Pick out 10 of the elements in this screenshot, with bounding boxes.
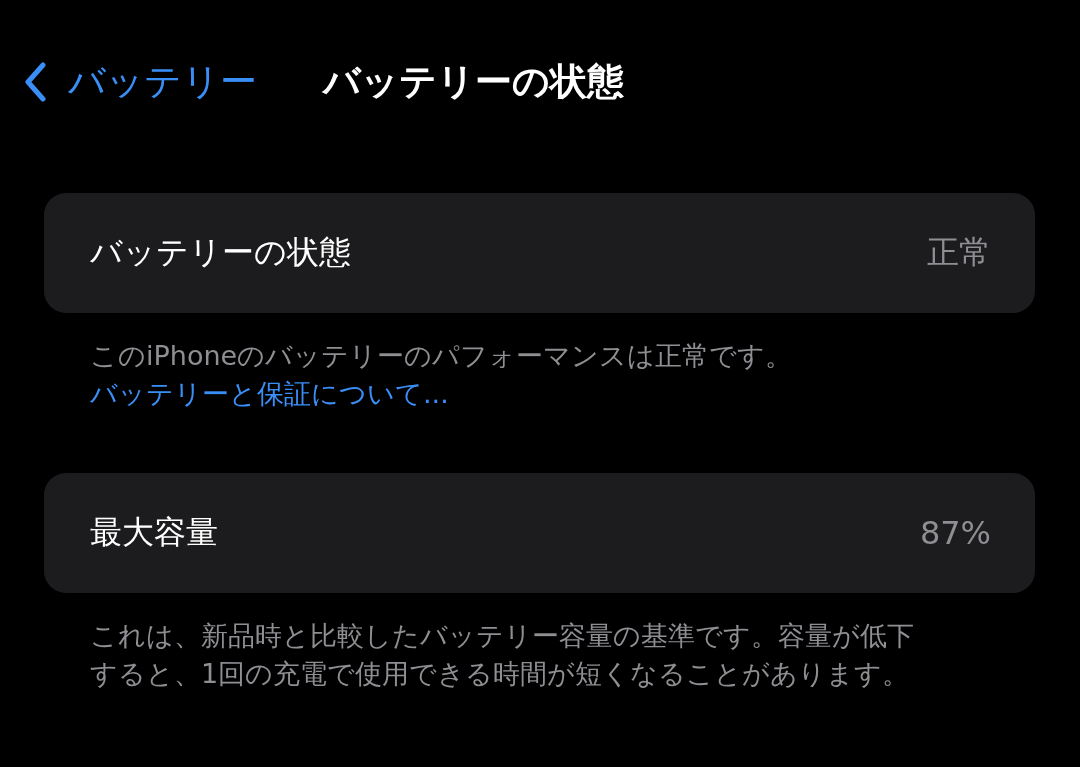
warranty-link[interactable]: バッテリーと保証について... [90,378,449,409]
page-title: バッテリーの状態 [323,59,624,105]
row-value: 正常 [927,232,991,273]
chevron-left-icon [24,62,46,102]
row-value: 87% [919,514,991,552]
section-footer-text: これは、新品時と比較したバッテリー容量の基準です。容量が低下すると、1回の充電で使用できる時間が短くなることがあります。 [90,619,915,691]
row-label: 最大容量 [90,512,218,553]
row-label: バッテリーの状態 [90,232,351,273]
back-button[interactable]: バッテリー [24,57,257,107]
section-footer-text: このiPhoneのバッテリーのパフォーマンスは正常です。 バッテリーと保証について... [90,339,794,411]
